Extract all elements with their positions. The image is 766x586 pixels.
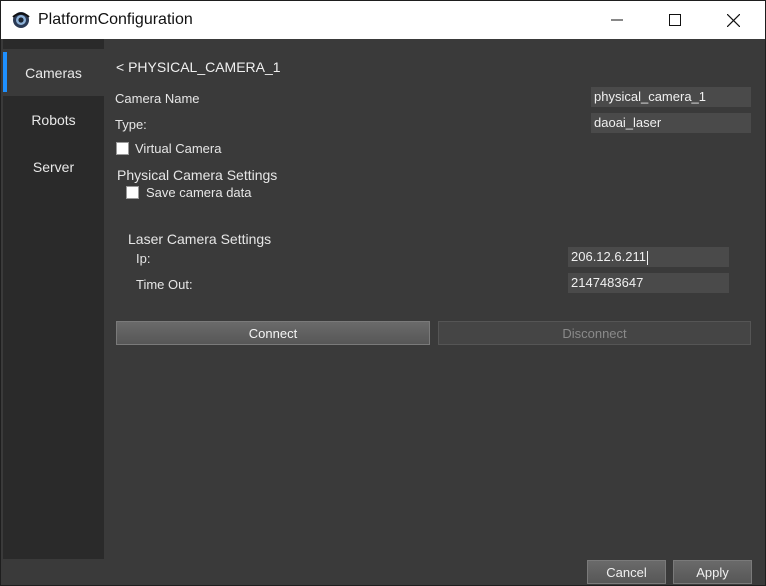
minimize-button[interactable] xyxy=(588,1,646,39)
ip-label: Ip: xyxy=(136,251,151,266)
ip-field-value: 206.12.6.211 xyxy=(571,249,646,264)
app-eye-icon xyxy=(12,11,30,29)
maximize-icon xyxy=(669,14,681,26)
window-title: PlatformConfiguration xyxy=(38,11,193,28)
sidebar-item-cameras[interactable]: Cameras xyxy=(3,49,104,96)
camera-name-label: Camera Name xyxy=(115,91,200,106)
sidebar-item-server[interactable]: Server xyxy=(3,143,104,190)
connect-button[interactable]: Connect xyxy=(116,321,430,345)
maximize-button[interactable] xyxy=(646,1,704,39)
close-icon xyxy=(726,13,740,27)
camera-name-field[interactable]: physical_camera_1 xyxy=(591,87,751,107)
sidebar-item-label: Robots xyxy=(31,111,76,128)
save-camera-data-checkbox[interactable] xyxy=(126,186,139,199)
physical-camera-settings-heading: Physical Camera Settings xyxy=(117,167,278,183)
active-indicator xyxy=(3,52,7,92)
text-caret xyxy=(646,250,648,265)
title-bar[interactable]: PlatformConfiguration xyxy=(1,1,765,39)
sidebar-item-label: Cameras xyxy=(25,64,82,81)
cancel-button[interactable]: Cancel xyxy=(587,560,666,584)
timeout-field[interactable]: 2147483647 xyxy=(568,273,729,293)
virtual-camera-label: Virtual Camera xyxy=(135,141,222,156)
type-field[interactable]: daoai_laser xyxy=(591,113,751,133)
laser-camera-settings-heading: Laser Camera Settings xyxy=(128,231,272,247)
apply-button[interactable]: Apply xyxy=(673,560,752,584)
sidebar-item-robots[interactable]: Robots xyxy=(3,96,104,143)
sidebar-item-label: Server xyxy=(32,158,75,175)
platform-configuration-window: PlatformConfiguration Cameras Robots Ser… xyxy=(0,0,766,586)
close-button[interactable] xyxy=(704,1,762,39)
timeout-label: Time Out: xyxy=(136,277,193,292)
save-camera-data-label: Save camera data xyxy=(146,185,252,200)
back-link[interactable]: < PHYSICAL_CAMERA_1 xyxy=(116,59,281,75)
minimize-icon xyxy=(611,19,623,21)
type-label: Type: xyxy=(115,117,147,132)
virtual-camera-checkbox[interactable] xyxy=(116,142,129,155)
ip-field[interactable]: 206.12.6.211 xyxy=(568,247,729,267)
disconnect-button[interactable]: Disconnect xyxy=(438,321,751,345)
camera-settings-panel: < PHYSICAL_CAMERA_1 Camera Name physical… xyxy=(104,39,765,559)
sidebar: Cameras Robots Server xyxy=(3,39,104,559)
dialog-button-bar: Cancel Apply xyxy=(1,559,765,585)
